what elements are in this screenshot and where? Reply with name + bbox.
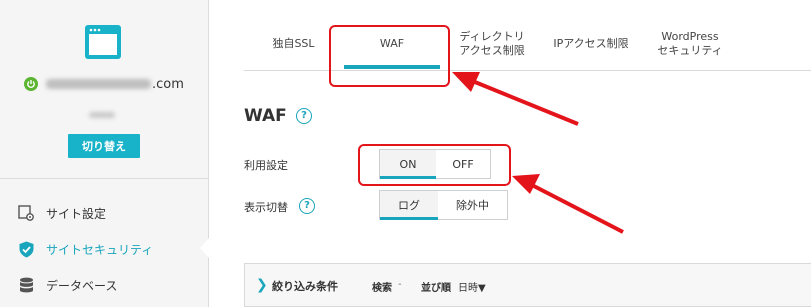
annotation-arrow-waf xyxy=(469,78,579,126)
annotation-arrows xyxy=(452,72,624,234)
annotation-arrowhead-toggle xyxy=(512,174,540,194)
annotation-arrow-toggle xyxy=(527,181,624,234)
